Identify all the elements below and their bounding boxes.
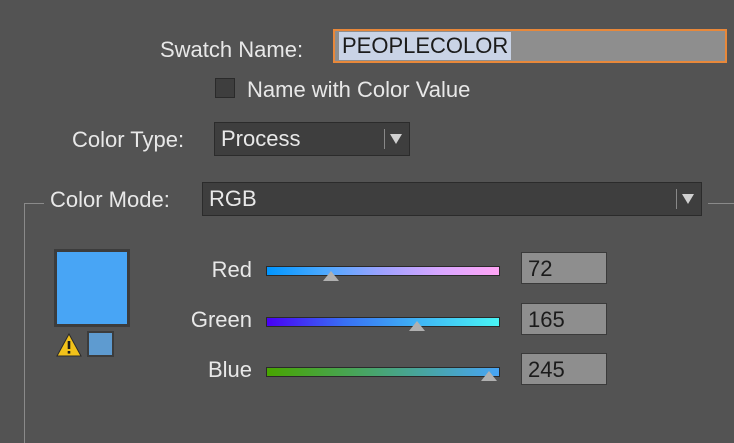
- color-type-value: Process: [221, 126, 301, 151]
- dropdown-arrow-icon: [682, 194, 694, 204]
- name-with-color-value-label: Name with Color Value: [247, 77, 471, 102]
- color-preview-swatch: [54, 249, 130, 327]
- name-with-color-value-checkbox[interactable]: [215, 78, 235, 98]
- group-border: [24, 203, 44, 204]
- blue-slider-track[interactable]: [266, 367, 500, 377]
- color-mode-select[interactable]: RGB: [202, 182, 702, 216]
- blue-value-field[interactable]: 245: [521, 353, 607, 385]
- red-label: Red: [211, 257, 252, 282]
- green-label: Green: [190, 307, 252, 332]
- red-slider-track[interactable]: [266, 266, 500, 276]
- swatch-name-label: Swatch Name:: [160, 37, 304, 62]
- blue-label: Blue: [207, 357, 252, 382]
- green-value-field[interactable]: 165: [521, 303, 607, 335]
- out-of-gamut-swatch[interactable]: [87, 331, 114, 357]
- swatch-name-input[interactable]: PEOPLECOLOR: [333, 29, 727, 63]
- group-border: [708, 203, 734, 204]
- color-type-select[interactable]: Process: [214, 122, 410, 156]
- red-slider-thumb[interactable]: [323, 271, 339, 281]
- color-mode-label: Color Mode:: [50, 187, 170, 212]
- blue-slider-thumb[interactable]: [481, 371, 497, 381]
- red-value-field[interactable]: 72: [521, 252, 607, 284]
- color-mode-value: RGB: [209, 186, 257, 211]
- select-separator: [676, 189, 677, 209]
- color-type-label: Color Type:: [72, 127, 185, 152]
- dropdown-arrow-icon: [390, 134, 402, 144]
- green-slider-thumb[interactable]: [409, 321, 425, 331]
- warning-icon[interactable]: [56, 333, 82, 357]
- green-slider-track[interactable]: [266, 317, 500, 327]
- select-separator: [384, 129, 385, 149]
- group-border: [24, 203, 25, 443]
- swatch-name-value: PEOPLECOLOR: [339, 32, 512, 60]
